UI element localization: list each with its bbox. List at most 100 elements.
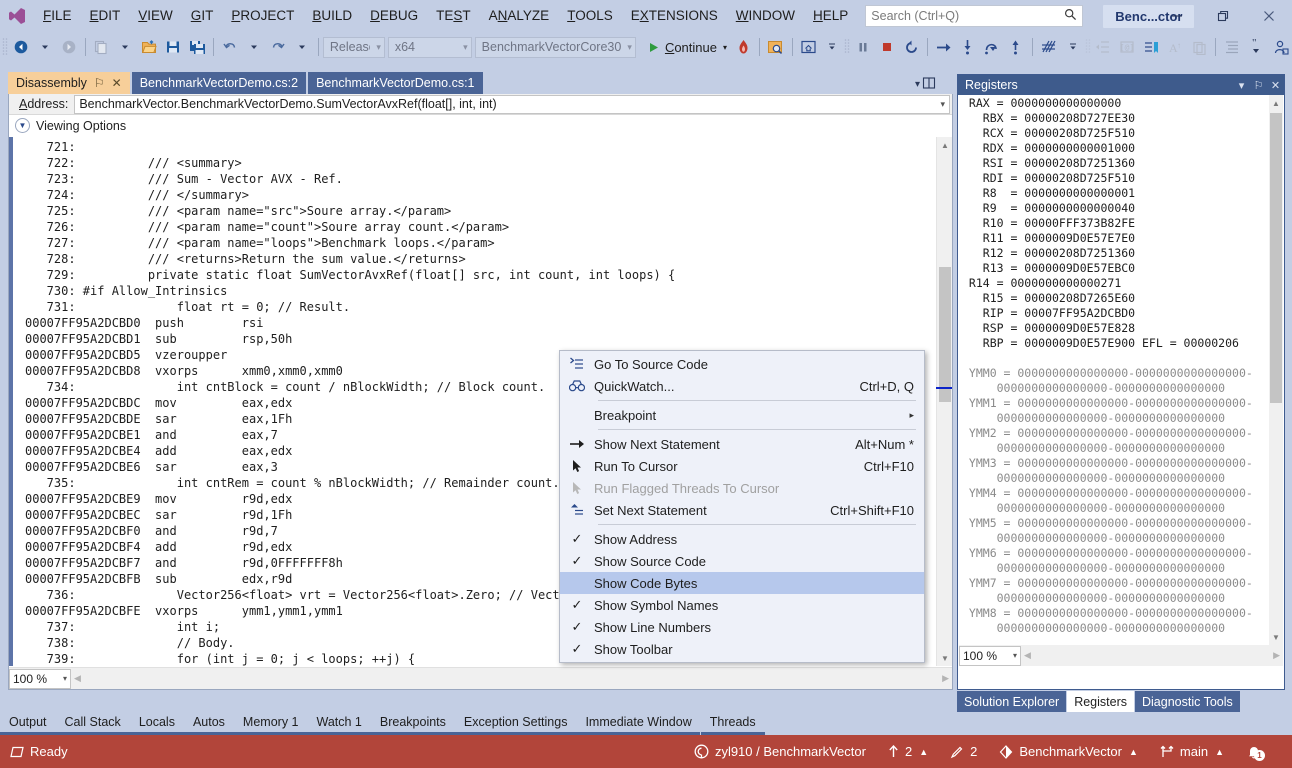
scroll-thumb[interactable] <box>1270 113 1282 403</box>
dock-tab-autos[interactable]: Autos <box>184 712 234 732</box>
scroll-right-arrow-icon[interactable]: ▶ <box>942 673 949 684</box>
register-line[interactable]: RAX = 0000000000000000 <box>962 96 1284 111</box>
scroll-down-arrow-icon[interactable]: ▼ <box>1269 629 1283 645</box>
address-input[interactable]: BenchmarkVector.BenchmarkVectorDemo.SumV… <box>74 94 950 114</box>
scroll-down-arrow-icon[interactable]: ▼ <box>937 650 953 666</box>
menu-window[interactable]: WINDOW <box>727 0 804 32</box>
register-line[interactable]: YMM4 = 0000000000000000-0000000000000000… <box>962 486 1284 501</box>
dock-tab-locals[interactable]: Locals <box>130 712 184 732</box>
code-horizontal-scrollbar[interactable]: ◀ ▶ <box>71 669 952 689</box>
source-line[interactable]: 725: /// <param name="src">Soure array.<… <box>21 203 952 219</box>
register-line[interactable]: R13 = 0000009D0E57EBC0 <box>962 261 1284 276</box>
chevron-down-icon[interactable]: ▾ <box>940 99 945 110</box>
window-dropdown-icon[interactable]: ▾ <box>1233 79 1250 92</box>
zoom-level-combo[interactable]: 100 % ▾ <box>9 668 71 689</box>
register-line[interactable]: 0000000000000000-0000000000000000 <box>962 561 1284 576</box>
threads-icon[interactable] <box>1037 35 1061 59</box>
undo-icon[interactable] <box>218 35 242 59</box>
threads-dropdown-icon[interactable] <box>1061 35 1085 59</box>
split-view-icon[interactable] <box>922 76 936 93</box>
scroll-left-arrow-icon[interactable]: ◀ <box>1024 650 1031 661</box>
source-line[interactable]: 724: /// </summary> <box>21 187 952 203</box>
register-line[interactable]: 0000000000000000-0000000000000000 <box>962 591 1284 606</box>
register-line[interactable]: 0000000000000000-0000000000000000 <box>962 621 1284 636</box>
tab-solution-explorer[interactable]: Solution Explorer <box>957 691 1067 712</box>
breakpoint-gutter[interactable] <box>9 137 21 666</box>
menu-tools[interactable]: TOOLS <box>558 0 622 32</box>
register-line[interactable]: R10 = 00000FFF373B82FE <box>962 216 1284 231</box>
font-size-icon[interactable]: A ↑ <box>1163 35 1187 59</box>
registers-vertical-scrollbar[interactable]: ▲ ▼ <box>1269 95 1283 645</box>
register-line[interactable]: YMM5 = 0000000000000000-0000000000000000… <box>962 516 1284 531</box>
step-over-icon[interactable] <box>980 35 1004 59</box>
menu-item-show-code-bytes[interactable]: Show Code Bytes <box>560 572 924 594</box>
code-vertical-scrollbar[interactable]: ▲ ▼ <box>936 137 952 666</box>
register-line[interactable] <box>962 351 1284 366</box>
register-line[interactable]: 0000000000000000-0000000000000000 <box>962 471 1284 486</box>
register-line[interactable]: YMM2 = 0000000000000000-0000000000000000… <box>962 426 1284 441</box>
register-line[interactable]: 0000000000000000-0000000000000000 <box>962 411 1284 426</box>
registers-content[interactable]: RAX = 0000000000000000 RBX = 00000208D72… <box>958 95 1284 645</box>
register-line[interactable]: RSI = 00000208D7251360 <box>962 156 1284 171</box>
pin-icon[interactable]: ⚐ <box>94 76 105 90</box>
menu-item-set-next-statement[interactable]: Set Next Statement Ctrl+Shift+F10 <box>560 499 924 521</box>
chevron-up-icon[interactable]: ▲ <box>1215 747 1224 757</box>
tab-list-dropdown-icon[interactable]: ▾ <box>915 79 920 90</box>
close-button[interactable] <box>1246 0 1292 32</box>
break-all-dropdown-icon[interactable] <box>820 35 844 59</box>
paste-icon[interactable] <box>1187 35 1211 59</box>
menu-analyze[interactable]: ANALYZE <box>480 0 559 32</box>
assembly-line[interactable]: 00007FF95A2DCBD0 push rsi <box>21 315 952 331</box>
dock-tab-immediate-window[interactable]: Immediate Window <box>576 712 700 732</box>
register-line[interactable]: RIP = 00007FF95A2DCBD0 <box>962 306 1284 321</box>
register-line[interactable]: RBP = 0000009D0E57E900 EFL = 00000206 <box>962 336 1284 351</box>
stop-debugging-icon[interactable] <box>875 35 899 59</box>
source-line[interactable]: 731: float rt = 0; // Result. <box>21 299 952 315</box>
toolbar-grip[interactable] <box>2 37 9 57</box>
navigate-forward-icon[interactable] <box>57 35 81 59</box>
pin-icon[interactable]: ⚐ <box>1250 79 1267 92</box>
menu-item-go-to-source-code[interactable]: Go To Source Code <box>560 353 924 375</box>
continue-button[interactable]: Continue ▾ <box>643 35 731 59</box>
menu-item-show-line-numbers[interactable]: ✓ Show Line Numbers <box>560 616 924 638</box>
format-document-icon[interactable] <box>1220 35 1244 59</box>
chevron-up-icon[interactable]: ▲ <box>919 747 928 757</box>
toolbar-grip-3[interactable] <box>1085 37 1092 57</box>
restore-button[interactable] <box>1200 0 1246 32</box>
source-line[interactable]: 723: /// Sum - Vector AVX - Ref. <box>21 171 952 187</box>
restart-icon[interactable] <box>899 35 923 59</box>
register-line[interactable]: R14 = 0000000000000271 <box>962 276 1284 291</box>
status-pending-changes[interactable]: 2 <box>939 735 988 768</box>
dock-tab-memory-1[interactable]: Memory 1 <box>234 712 308 732</box>
source-line[interactable]: 726: /// <param name="count">Soure array… <box>21 219 952 235</box>
status-outgoing-commits[interactable]: 2 ▲ <box>877 735 939 768</box>
register-line[interactable]: YMM0 = 0000000000000000-0000000000000000… <box>962 366 1284 381</box>
menu-item-show-symbol-names[interactable]: ✓ Show Symbol Names <box>560 594 924 616</box>
redo-dropdown-icon[interactable] <box>290 35 314 59</box>
menu-git[interactable]: GIT <box>182 0 223 32</box>
register-line[interactable]: YMM1 = 0000000000000000-0000000000000000… <box>962 396 1284 411</box>
tab-diagnostic-tools[interactable]: Diagnostic Tools <box>1135 691 1240 712</box>
register-line[interactable]: YMM6 = 0000000000000000-0000000000000000… <box>962 546 1284 561</box>
menu-item-show-source-code[interactable]: ✓ Show Source Code <box>560 550 924 572</box>
show-next-statement-icon[interactable] <box>932 35 956 59</box>
scroll-left-arrow-icon[interactable]: ◀ <box>74 673 81 684</box>
solution-configuration-combo[interactable]: Release ▾ <box>322 36 385 58</box>
menu-debug[interactable]: DEBUG <box>361 0 427 32</box>
undo-dropdown-icon[interactable] <box>242 35 266 59</box>
register-line[interactable]: YMM3 = 0000000000000000-0000000000000000… <box>962 456 1284 471</box>
navigate-backward-dropdown-icon[interactable] <box>33 35 57 59</box>
menu-item-run-to-cursor[interactable]: Run To Cursor Ctrl+F10 <box>560 455 924 477</box>
solution-platform-combo[interactable]: x64 ▾ <box>387 36 472 58</box>
navigate-backward-icon[interactable] <box>9 35 33 59</box>
chevron-up-icon[interactable]: ▲ <box>1129 747 1138 757</box>
toolbar-grip-2[interactable] <box>844 37 851 57</box>
register-line[interactable]: RSP = 0000009D0E57E828 <box>962 321 1284 336</box>
register-line[interactable]: R15 = 00000208D7265E60 <box>962 291 1284 306</box>
menu-item-breakpoint[interactable]: Breakpoint ▸ <box>560 404 924 426</box>
tab-registers[interactable]: Registers <box>1067 691 1134 712</box>
dock-tab-exception-settings[interactable]: Exception Settings <box>455 712 577 732</box>
registers-zoom-combo[interactable]: 100 % ▾ <box>959 645 1021 666</box>
toggle-bookmark-icon[interactable] <box>1139 35 1163 59</box>
register-line[interactable]: YMM8 = 0000000000000000-0000000000000000… <box>962 606 1284 621</box>
